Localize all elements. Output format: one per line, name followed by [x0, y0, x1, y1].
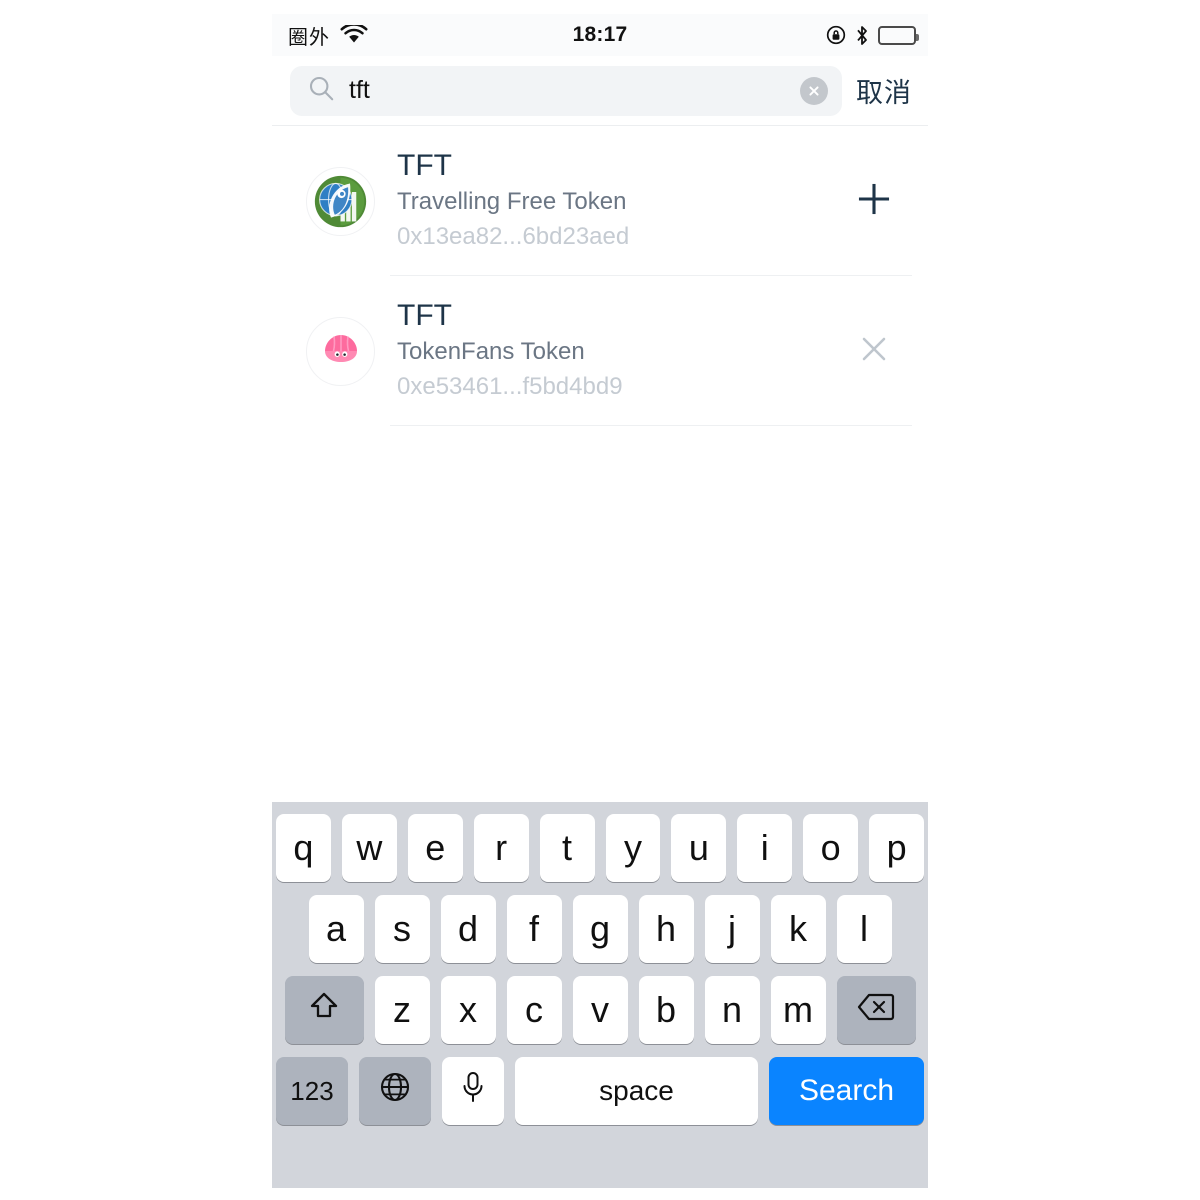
- key-u[interactable]: u: [671, 814, 727, 882]
- keyboard-row-4: 123 space Search: [276, 1057, 924, 1125]
- dictation-key[interactable]: [442, 1057, 504, 1125]
- backspace-icon: [857, 989, 895, 1031]
- token-symbol: TFT: [397, 149, 452, 182]
- globe-chart-token-logo: [306, 166, 375, 236]
- key-d[interactable]: d: [440, 895, 496, 963]
- key-p[interactable]: p: [869, 814, 925, 882]
- key-z[interactable]: z: [374, 976, 430, 1044]
- token-name: TokenFans Token: [397, 338, 585, 366]
- search-bar: tft 取消: [272, 56, 928, 126]
- key-f[interactable]: f: [506, 895, 562, 963]
- cancel-button[interactable]: 取消: [856, 71, 912, 110]
- remove-token-button[interactable]: [838, 333, 910, 370]
- key-q[interactable]: q: [275, 814, 331, 882]
- key-k[interactable]: k: [770, 895, 826, 963]
- list-separator: [390, 425, 912, 426]
- token-info: TFT TokenFans Token 0xe53461...f5bd4bd9: [375, 297, 838, 405]
- key-g[interactable]: g: [572, 895, 628, 963]
- close-icon: [858, 333, 890, 370]
- key-x[interactable]: x: [440, 976, 496, 1044]
- token-address: 0xe53461...f5bd4bd9: [397, 373, 623, 401]
- key-o[interactable]: o: [803, 814, 859, 882]
- token-symbol: TFT: [397, 299, 452, 332]
- pink-shell-token-logo: [306, 316, 375, 386]
- backspace-key[interactable]: [836, 976, 916, 1044]
- globe-icon: [378, 1070, 412, 1113]
- shift-key[interactable]: [284, 976, 364, 1044]
- status-bar: 圈外 18:17: [272, 14, 928, 56]
- status-bar-right: [826, 25, 919, 46]
- key-j[interactable]: j: [704, 895, 760, 963]
- key-n[interactable]: n: [704, 976, 760, 1044]
- language-key[interactable]: [359, 1057, 431, 1125]
- key-c[interactable]: c: [506, 976, 562, 1044]
- search-icon: [308, 75, 335, 107]
- key-b[interactable]: b: [638, 976, 694, 1044]
- key-v[interactable]: v: [572, 976, 628, 1044]
- keyboard-row-1: q w e r t y u i o p: [275, 814, 925, 882]
- key-e[interactable]: e: [407, 814, 463, 882]
- search-input[interactable]: tft: [290, 65, 842, 116]
- list-item[interactable]: TFT Travelling Free Token 0x13ea82...6bd…: [272, 126, 928, 276]
- key-a[interactable]: a: [308, 895, 364, 963]
- shift-icon: [307, 989, 341, 1032]
- key-y[interactable]: y: [605, 814, 661, 882]
- add-token-button[interactable]: [838, 182, 910, 221]
- key-r[interactable]: r: [473, 814, 529, 882]
- token-info: TFT Travelling Free Token 0x13ea82...6bd…: [375, 147, 838, 255]
- key-w[interactable]: w: [341, 814, 397, 882]
- key-m[interactable]: m: [770, 976, 826, 1044]
- microphone-icon: [460, 1070, 486, 1113]
- rotation-lock-icon: [826, 25, 846, 45]
- clear-circle-icon[interactable]: [800, 76, 828, 105]
- keyboard-row-3: z x c v b n m: [276, 976, 924, 1044]
- token-address: 0x13ea82...6bd23aed: [397, 223, 630, 251]
- list-item[interactable]: TFT TokenFans Token 0xe53461...f5bd4bd9: [272, 276, 928, 426]
- phone-screen: 圈外 18:17 tft 取消 TFT Travelling Free Toke…: [272, 14, 928, 1188]
- plus-icon: [857, 182, 891, 221]
- token-name: Travelling Free Token: [397, 188, 627, 216]
- search-key[interactable]: Search: [769, 1057, 924, 1125]
- key-l[interactable]: l: [836, 895, 892, 963]
- search-input-value: tft: [349, 78, 370, 103]
- space-key[interactable]: space: [515, 1057, 758, 1125]
- search-results-list: TFT Travelling Free Token 0x13ea82...6bd…: [272, 126, 928, 426]
- key-i[interactable]: i: [737, 814, 793, 882]
- key-t[interactable]: t: [539, 814, 595, 882]
- key-h[interactable]: h: [638, 895, 694, 963]
- keyboard-row-2: a s d f g h j k l: [276, 895, 924, 963]
- key-s[interactable]: s: [374, 895, 430, 963]
- onscreen-keyboard: q w e r t y u i o p a s d f g h j k l z …: [272, 802, 928, 1188]
- numbers-key[interactable]: 123: [276, 1057, 348, 1125]
- battery-icon: [878, 25, 919, 45]
- bluetooth-icon: [855, 25, 869, 46]
